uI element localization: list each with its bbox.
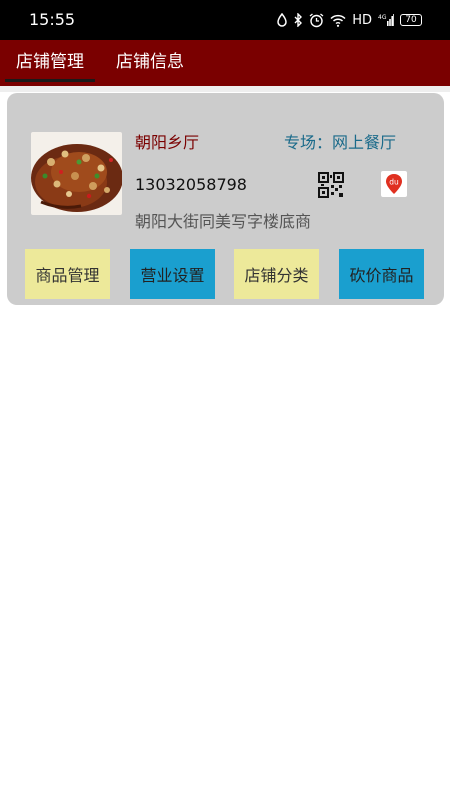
shop-card: 朝阳乡厅 专场：网上餐厅 13032058798 du 朝阳大街同美写字楼底商 … <box>7 93 444 305</box>
business-settings-button[interactable]: 营业设置 <box>130 249 215 299</box>
status-time: 15:55 <box>29 10 76 29</box>
status-bar: 15:55 HD 4G 70 <box>0 0 450 40</box>
wifi-icon <box>330 14 346 27</box>
tab-shop-info[interactable]: 店铺信息 <box>100 40 200 86</box>
shop-phone[interactable]: 13032058798 <box>135 175 247 194</box>
tab-shop-management[interactable]: 店铺管理 <box>0 40 100 86</box>
signal-icon: 4G <box>378 13 394 27</box>
alarm-icon <box>309 12 324 28</box>
network-type-label: HD <box>352 12 372 28</box>
tab-divider <box>0 86 450 92</box>
shop-special-label: 专场：网上餐厅 <box>284 133 397 152</box>
shop-image <box>31 132 122 215</box>
water-drop-icon <box>277 13 287 27</box>
tab-bar: 店铺管理 店铺信息 <box>0 40 450 86</box>
product-management-button[interactable]: 商品管理 <box>25 249 110 299</box>
tab-label: 店铺管理 <box>16 52 84 72</box>
status-icons: HD 4G 70 <box>277 10 422 30</box>
svg-text:4G: 4G <box>378 14 387 21</box>
battery-icon: 70 <box>400 14 422 26</box>
qr-code-icon[interactable] <box>318 172 344 198</box>
active-tab-indicator <box>5 79 95 82</box>
bluetooth-icon <box>293 13 303 27</box>
shop-address: 朝阳大街同美写字楼底商 <box>135 212 312 231</box>
bargain-products-button[interactable]: 砍价商品 <box>339 249 424 299</box>
baidu-map-icon[interactable]: du <box>381 171 407 197</box>
baidu-map-icon-text: du <box>389 178 399 187</box>
shop-name: 朝阳乡厅 <box>135 133 200 152</box>
shop-category-button[interactable]: 店铺分类 <box>234 249 319 299</box>
tab-label: 店铺信息 <box>116 52 184 72</box>
